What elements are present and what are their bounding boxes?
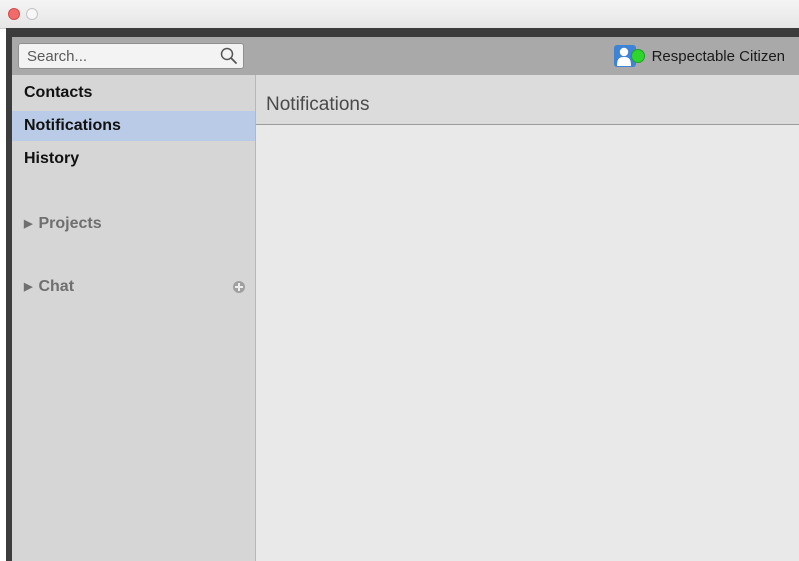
close-window-button[interactable] <box>8 8 20 20</box>
search-icon[interactable] <box>219 46 239 66</box>
app-window: Respectable Citizen Contacts Notificatio… <box>0 0 799 561</box>
disclosure-triangle-icon[interactable]: ▶ <box>24 272 32 302</box>
user-name: Respectable Citizen <box>651 47 785 65</box>
sidebar-group-label: Projects <box>38 215 102 232</box>
sidebar-item-notifications[interactable]: Notifications <box>12 111 255 141</box>
sidebar-item-history[interactable]: History <box>12 144 255 174</box>
add-chat-icon[interactable] <box>233 281 245 293</box>
page-title: Notifications <box>266 94 370 115</box>
sidebar-item-label: Contacts <box>24 84 93 101</box>
search-input[interactable] <box>19 44 214 68</box>
online-status-icon <box>630 49 645 63</box>
sidebar-group-projects[interactable]: ▶ Projects <box>12 209 255 239</box>
minimize-window-button[interactable] <box>26 8 38 20</box>
sidebar: Contacts Notifications History ▶ Projects… <box>12 75 256 561</box>
sidebar-group-label: Chat <box>38 278 75 295</box>
toolbar: Respectable Citizen <box>12 37 799 75</box>
main-content: Notifications <box>256 75 799 561</box>
content-header: Notifications <box>256 75 799 125</box>
search-box[interactable] <box>18 43 244 69</box>
disclosure-triangle-icon[interactable]: ▶ <box>24 209 32 239</box>
sidebar-item-label: History <box>24 150 80 167</box>
user-status-area[interactable]: Respectable Citizen <box>613 43 785 69</box>
sidebar-item-contacts[interactable]: Contacts <box>12 78 255 108</box>
title-bar <box>0 0 799 29</box>
avatar[interactable] <box>613 45 645 67</box>
sidebar-group-chat[interactable]: ▶ Chat <box>12 272 255 302</box>
sidebar-item-label: Notifications <box>24 117 121 134</box>
